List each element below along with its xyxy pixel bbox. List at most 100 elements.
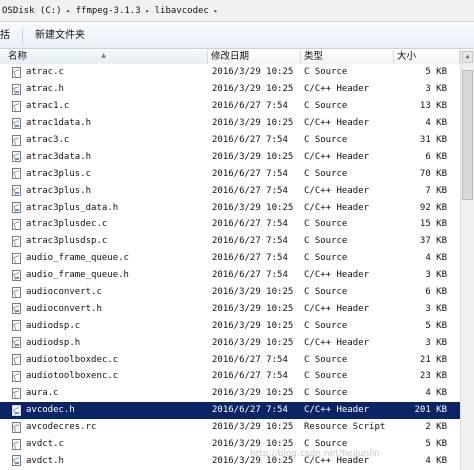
new-folder-button[interactable]: 新建文件夹 <box>29 25 91 47</box>
file-type: C/C++ Header <box>304 270 370 281</box>
breadcrumb-separator-icon[interactable]: ▸ <box>64 7 74 15</box>
file-row[interactable]: audiodsp.c 2016/3/29 10:25 C Source 5 KB <box>0 317 460 334</box>
file-type: C Source <box>304 439 348 450</box>
file-name: atrac3plus.c <box>26 168 92 179</box>
header-file-icon <box>12 303 21 315</box>
file-row[interactable]: atrac3plusdsp.c 2016/6/27 7:54 C Source 37 … <box>0 233 460 250</box>
header-file-icon <box>12 337 21 349</box>
file-name-cell[interactable]: audiotoolboxenc.c <box>0 370 208 382</box>
file-row[interactable]: atrac3data.h 2016/3/29 10:25 C/C++ Header 6… <box>0 148 460 165</box>
file-row[interactable]: avdct.c 2016/3/29 10:25 C Source 5 KB <box>0 436 460 453</box>
file-name-cell[interactable]: audio_frame_queue.h <box>0 269 208 281</box>
file-row[interactable]: atrac3plusdec.c 2016/6/27 7:54 C Source 15 … <box>0 216 460 233</box>
file-name-cell[interactable]: audiodsp.c <box>0 320 208 332</box>
file-list[interactable]: atrac.c 2016/3/29 10:25 C Source 5 KB atrac.… <box>0 64 460 470</box>
file-row[interactable]: avcodec.h 2016/6/27 7:54 C/C++ Header 201 K… <box>0 401 460 419</box>
file-size: 70 KB <box>419 168 447 179</box>
c-source-file-icon <box>12 370 21 382</box>
file-name-cell[interactable]: audioconvert.c <box>0 286 208 298</box>
file-name-cell[interactable]: atrac1.c <box>0 100 208 112</box>
file-row[interactable]: audioconvert.h 2016/3/29 10:25 C/C++ Heade… <box>0 300 460 317</box>
column-header-size[interactable]: 大小 <box>394 50 460 64</box>
file-name-cell[interactable]: atrac.c <box>0 66 208 78</box>
file-row[interactable]: avdct.h 2016/3/29 10:25 C/C++ Header 4 KB <box>0 452 460 469</box>
file-date: 2016/6/27 7:54 <box>212 236 288 247</box>
file-name-cell[interactable]: avcodecres.rc <box>0 421 208 433</box>
file-date: 2016/3/29 10:25 <box>212 303 294 314</box>
file-name-cell[interactable]: audio_frame_queue.c <box>0 252 208 264</box>
file-name-cell[interactable]: atrac3data.h <box>0 151 208 163</box>
include-in-library-button[interactable]: 括 <box>0 25 16 47</box>
file-name-cell[interactable]: avcodec.h <box>0 404 208 416</box>
file-name: audiotoolboxenc.c <box>26 371 119 382</box>
file-name-cell[interactable]: atrac3.c <box>0 134 208 146</box>
file-row[interactable]: atrac3plus.c 2016/6/27 7:54 C Source 70 KB <box>0 165 460 182</box>
file-row[interactable]: atrac.c 2016/3/29 10:25 C Source 5 KB <box>0 64 460 81</box>
header-file-icon <box>12 83 21 95</box>
file-name: audiotoolboxdec.c <box>26 354 119 365</box>
file-name: atrac3plus_data.h <box>26 202 119 213</box>
resource-file-icon <box>12 421 21 433</box>
file-row[interactable]: atrac.h 2016/3/29 10:25 C/C++ Header 3 KB <box>0 81 460 98</box>
header-file-icon <box>12 151 21 163</box>
file-name-cell[interactable]: audioconvert.h <box>0 303 208 315</box>
file-row[interactable]: audio_frame_queue.h 2016/6/27 7:54 C/C++ H… <box>0 267 460 284</box>
scroll-up-arrow-icon[interactable]: ▲ <box>462 51 473 63</box>
header-file-icon <box>12 269 21 281</box>
file-row[interactable]: atrac1.c 2016/6/27 7:54 C Source 13 KB <box>0 98 460 115</box>
file-size: 7 KB <box>425 185 447 196</box>
column-header-date[interactable]: 修改日期 <box>208 50 301 64</box>
column-header-size-label: 大小 <box>397 51 417 62</box>
file-row[interactable]: aura.c 2016/3/29 10:25 C Source 4 KB <box>0 385 460 402</box>
file-name-cell[interactable]: audiotoolboxdec.c <box>0 354 208 366</box>
file-row[interactable]: atrac3plus.h 2016/6/27 7:54 C/C++ Header 7 … <box>0 182 460 199</box>
file-row[interactable]: audiodsp.h 2016/3/29 10:25 C/C++ Header 3 K… <box>0 334 460 351</box>
file-date: 2016/3/29 10:25 <box>212 151 294 162</box>
file-name-cell[interactable]: atrac.h <box>0 83 208 95</box>
file-date: 2016/6/27 7:54 <box>212 101 288 112</box>
file-type: C Source <box>304 354 348 365</box>
file-row[interactable]: audioconvert.c 2016/3/29 10:25 C Source 6 K… <box>0 284 460 301</box>
file-name-cell[interactable]: atrac3plus_data.h <box>0 202 208 214</box>
file-name-cell[interactable]: aura.c <box>0 387 208 399</box>
vertical-scrollbar[interactable]: ▲ <box>460 50 474 470</box>
file-row[interactable]: avcodecres.rc 2016/3/29 10:25 Resource Scr… <box>0 419 460 436</box>
file-size: 4 KB <box>425 455 447 466</box>
file-row[interactable]: audio_frame_queue.c 2016/6/27 7:54 C Sourc… <box>0 250 460 267</box>
breadcrumb-separator-icon[interactable]: ▸ <box>143 7 153 15</box>
breadcrumb-ffmpeg[interactable]: ffmpeg-3.1.3 <box>74 6 143 16</box>
file-name-cell[interactable]: audiodsp.h <box>0 337 208 349</box>
breadcrumb-separator-icon[interactable]: ▸ <box>211 7 221 15</box>
file-type: Resource Script <box>304 422 386 433</box>
file-date: 2016/3/29 10:25 <box>212 287 294 298</box>
file-row[interactable]: atrac3plus_data.h 2016/3/29 10:25 C/C++ He… <box>0 199 460 216</box>
file-row[interactable]: audiotoolboxdec.c 2016/6/27 7:54 C Source 2… <box>0 351 460 368</box>
file-size: 37 KB <box>419 236 447 247</box>
file-name-cell[interactable]: avdct.c <box>0 438 208 450</box>
column-header-type[interactable]: 类型 <box>301 50 394 64</box>
file-size: 3 KB <box>425 84 447 95</box>
file-name-cell[interactable]: atrac3plusdec.c <box>0 218 208 230</box>
file-row[interactable]: audiotoolboxenc.c 2016/6/27 7:54 C Source 2… <box>0 368 460 385</box>
file-name: audioconvert.h <box>26 303 102 314</box>
file-name-cell[interactable]: avdct.h <box>0 455 208 467</box>
file-name-cell[interactable]: atrac3plus.c <box>0 168 208 180</box>
file-date: 2016/6/27 7:54 <box>212 354 288 365</box>
column-header-name[interactable]: ▲ 名称 <box>0 50 208 64</box>
file-row[interactable]: atrac1data.h 2016/3/29 10:25 C/C++ Header 4… <box>0 115 460 132</box>
file-size: 3 KB <box>425 337 447 348</box>
file-name-cell[interactable]: atrac1data.h <box>0 117 208 129</box>
file-size: 4 KB <box>425 388 447 399</box>
breadcrumb-libavcodec[interactable]: libavcodec <box>153 6 211 16</box>
file-date: 2016/6/27 7:54 <box>212 135 288 145</box>
breadcrumb-drive[interactable]: OSDisk (C:) <box>0 6 64 16</box>
file-type: C/C++ Header <box>304 303 370 314</box>
file-type: C/C++ Header <box>304 185 370 196</box>
file-name: atrac3plusdsp.c <box>26 236 108 247</box>
file-name-cell[interactable]: atrac3plus.h <box>0 185 208 197</box>
file-name-cell[interactable]: atrac3plusdsp.c <box>0 235 208 247</box>
file-size: 23 KB <box>419 371 447 382</box>
scrollbar-thumb[interactable] <box>462 70 473 200</box>
file-row[interactable]: atrac3.c 2016/6/27 7:54 C Source 31 KB <box>0 132 460 149</box>
address-bar[interactable]: OSDisk (C:) ▸ ffmpeg-3.1.3 ▸ libavcodec … <box>0 0 474 22</box>
